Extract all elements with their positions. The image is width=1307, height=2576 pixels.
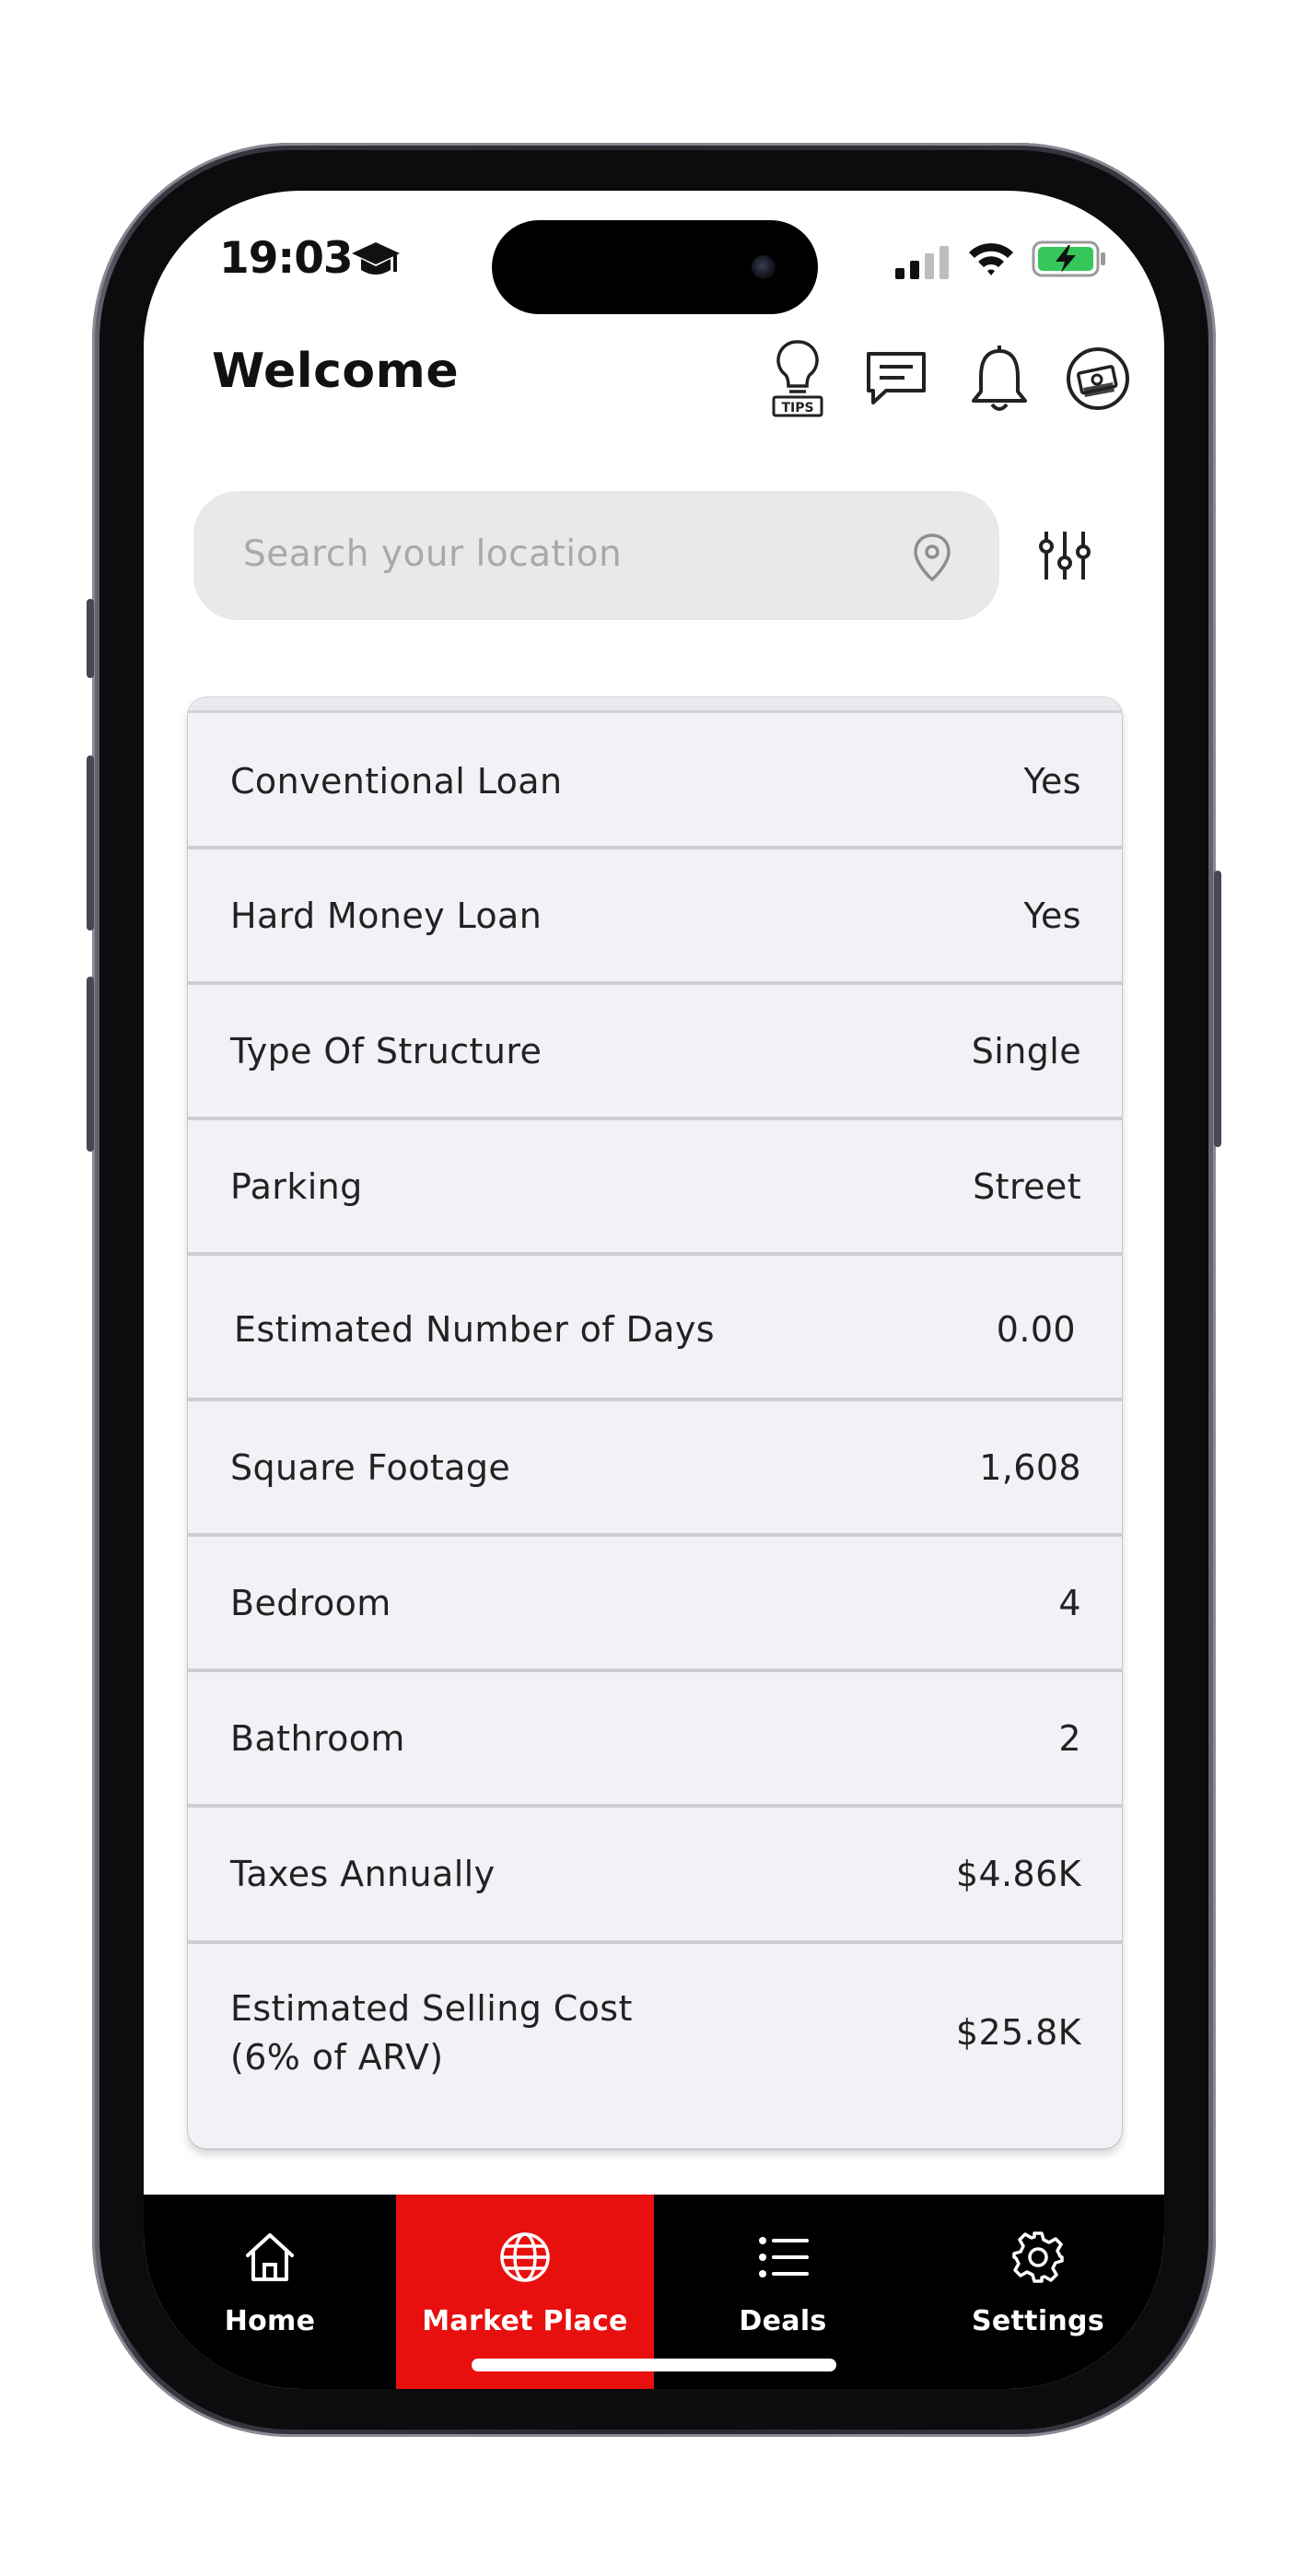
sliders-icon[interactable] [1035, 528, 1094, 583]
detail-value: Yes [1023, 896, 1081, 936]
detail-label: Estimated Number of Days [234, 1309, 715, 1350]
tips-label: TIPS [781, 401, 813, 416]
detail-row-square-footage: Square Footage 1,608 [188, 1401, 1122, 1537]
status-time: 19:03 [219, 233, 354, 284]
nav-home[interactable]: Home [144, 2195, 396, 2389]
search-placeholder: Search your location [243, 533, 623, 575]
detail-value: Street [973, 1166, 1081, 1207]
search-input[interactable]: Search your location [193, 491, 999, 620]
bell-icon[interactable] [966, 344, 1033, 416]
detail-value: Single [971, 1031, 1081, 1071]
detail-value: Yes [1023, 761, 1081, 802]
nav-home-label: Home [224, 2305, 316, 2337]
screen: 19:03 Welcome TIPS Search your location … [144, 191, 1164, 2389]
detail-row-hard-money-loan: Hard Money Loan Yes [188, 849, 1122, 985]
detail-label: Estimated Selling Cost [230, 1988, 633, 2029]
detail-value: 4 [1058, 1583, 1081, 1623]
chat-icon[interactable] [864, 349, 928, 408]
detail-value: 2 [1058, 1718, 1081, 1759]
camera-icon [752, 255, 776, 279]
detail-row-estimated-days: Estimated Number of Days 0.00 [188, 1256, 1122, 1401]
page-title: Welcome [212, 344, 460, 399]
detail-row-parking: Parking Street [188, 1120, 1122, 1256]
side-button-volume-up [87, 755, 94, 931]
nav-settings[interactable]: Settings [912, 2195, 1164, 2389]
detail-label: Taxes Annually [230, 1854, 496, 1894]
side-button-mute [87, 599, 94, 678]
nav-deals-label: Deals [739, 2305, 827, 2337]
money-icon[interactable] [1065, 345, 1131, 412]
detail-row-estimated-selling-cost: Estimated Selling Cost (6% of ARV) $25.8… [188, 1944, 1122, 2127]
detail-label: Parking [230, 1166, 363, 1207]
gear-icon [1012, 2231, 1064, 2283]
detail-value: 1,608 [979, 1447, 1081, 1488]
detail-label: Type Of Structure [230, 1031, 543, 1071]
nav-market-place-label: Market Place [422, 2305, 628, 2337]
detail-row-conventional-loan: Conventional Loan Yes [188, 713, 1122, 849]
cellular-signal-icon [895, 246, 949, 279]
detail-label: Square Footage [230, 1447, 511, 1488]
detail-label: Bedroom [230, 1583, 391, 1623]
list-icon [759, 2237, 809, 2277]
card-top-divider [188, 697, 1122, 713]
detail-label: Bathroom [230, 1718, 405, 1759]
battery-charging-icon [1032, 240, 1105, 277]
detail-value: 0.00 [996, 1309, 1076, 1350]
detail-label-line2: (6% of ARV) [230, 2037, 444, 2078]
detail-value: $25.8K [955, 2012, 1081, 2053]
detail-label: Conventional Loan [230, 761, 563, 802]
detail-row-type-of-structure: Type Of Structure Single [188, 985, 1122, 1120]
detail-row-bedroom: Bedroom 4 [188, 1537, 1122, 1672]
detail-label: Hard Money Loan [230, 896, 543, 936]
tips-lightbulb-icon[interactable]: TIPS [768, 338, 827, 419]
detail-value: $4.86K [955, 1854, 1081, 1894]
detail-row-taxes-annually: Taxes Annually $4.86K [188, 1808, 1122, 1944]
graduation-cap-icon [352, 242, 400, 275]
side-button-power [1214, 871, 1221, 1147]
location-pin-icon[interactable] [910, 532, 954, 583]
card-bottom [188, 2123, 1122, 2149]
dynamic-island [492, 220, 818, 314]
property-details-card: Conventional Loan Yes Hard Money Loan Ye… [188, 697, 1122, 2149]
wifi-icon [969, 243, 1013, 275]
nav-settings-label: Settings [971, 2305, 1104, 2337]
side-button-volume-down [87, 977, 94, 1152]
globe-icon [500, 2232, 550, 2282]
home-indicator[interactable] [472, 2359, 836, 2371]
detail-row-bathroom: Bathroom 2 [188, 1672, 1122, 1808]
home-icon [246, 2233, 294, 2281]
